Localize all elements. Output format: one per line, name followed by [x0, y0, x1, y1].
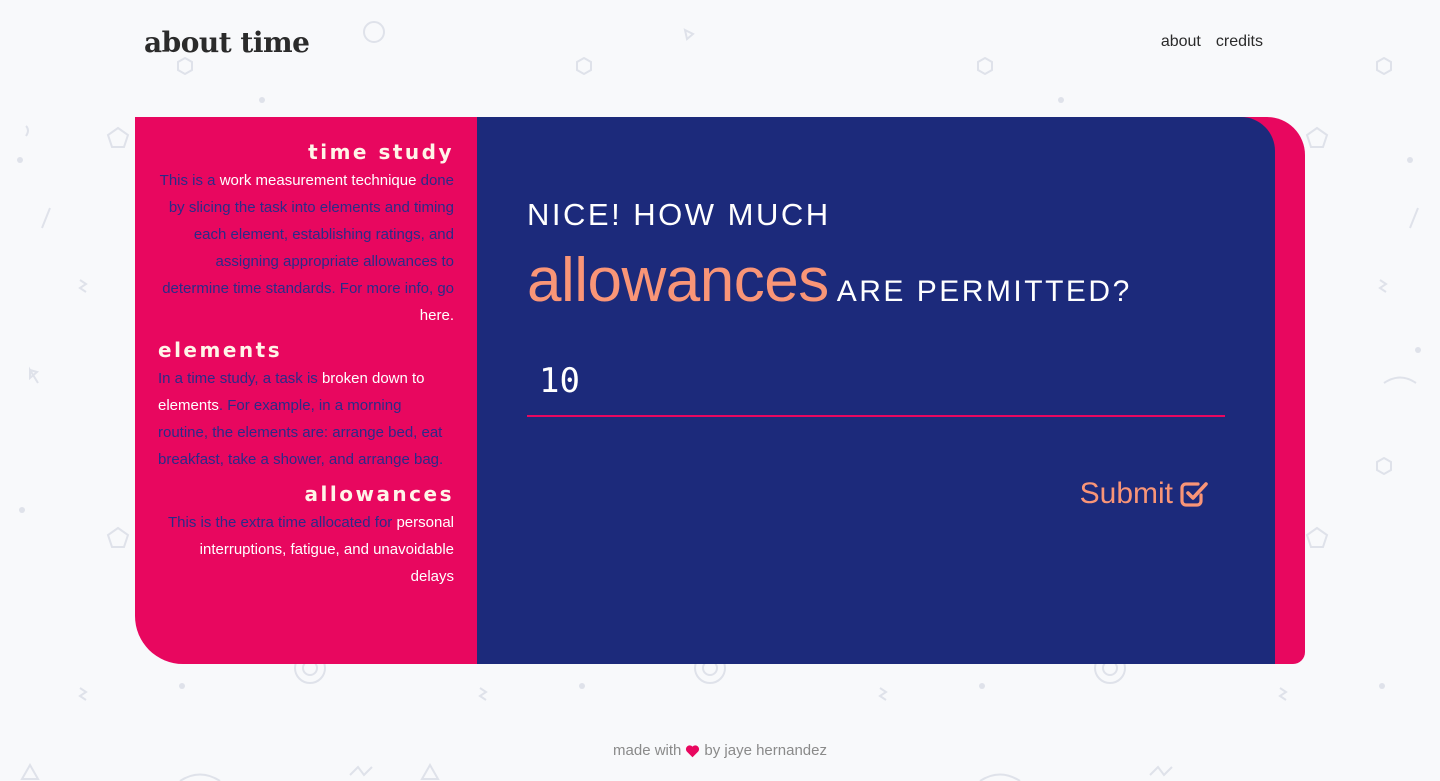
heart-icon — [685, 744, 700, 762]
top-nav: about credits — [1161, 33, 1263, 51]
question-highlight-word: allowances — [527, 246, 829, 315]
question-panel: NICE! HOW MUCH allowances ARE PERMITTED? … — [477, 117, 1275, 664]
elements-section: elements In a time study, a task is brok… — [158, 335, 454, 473]
more-info-link[interactable]: here. — [420, 307, 454, 324]
footer-prefix: made with — [613, 742, 682, 759]
footer-author: by jaye hernandez — [704, 742, 827, 759]
nav-credits-link[interactable]: credits — [1216, 33, 1263, 51]
info-sidebar: time study This is a work measurement te… — [135, 117, 477, 664]
elements-heading: elements — [158, 338, 283, 362]
submit-button[interactable]: Submit — [1080, 477, 1209, 511]
allowance-input[interactable] — [527, 347, 1225, 417]
time-study-heading: time study — [308, 140, 454, 164]
submit-label: Submit — [1079, 477, 1173, 510]
question-suffix: ARE PERMITTED? — [836, 275, 1132, 308]
elements-text: In a time study, a task is broken down t… — [158, 370, 444, 468]
allowances-text: This is the extra time allocated for per… — [168, 514, 454, 585]
main-card: time study This is a work measurement te… — [135, 117, 1305, 664]
footer: made with by jaye hernandez — [0, 742, 1440, 762]
allowances-heading: allowances — [304, 482, 454, 506]
time-study-text: This is a work measurement technique don… — [159, 172, 454, 324]
time-study-section: time study This is a work measurement te… — [158, 137, 454, 329]
time-study-highlight: work measurement technique — [219, 172, 417, 189]
question-prefix: NICE! HOW MUCH — [527, 197, 831, 232]
nav-about-link[interactable]: about — [1161, 33, 1201, 51]
allowances-section: allowances This is the extra time alloca… — [158, 479, 454, 590]
site-title[interactable]: about time — [144, 26, 310, 59]
question-line: allowances ARE PERMITTED? — [527, 245, 1132, 316]
check-square-icon — [1179, 479, 1209, 509]
